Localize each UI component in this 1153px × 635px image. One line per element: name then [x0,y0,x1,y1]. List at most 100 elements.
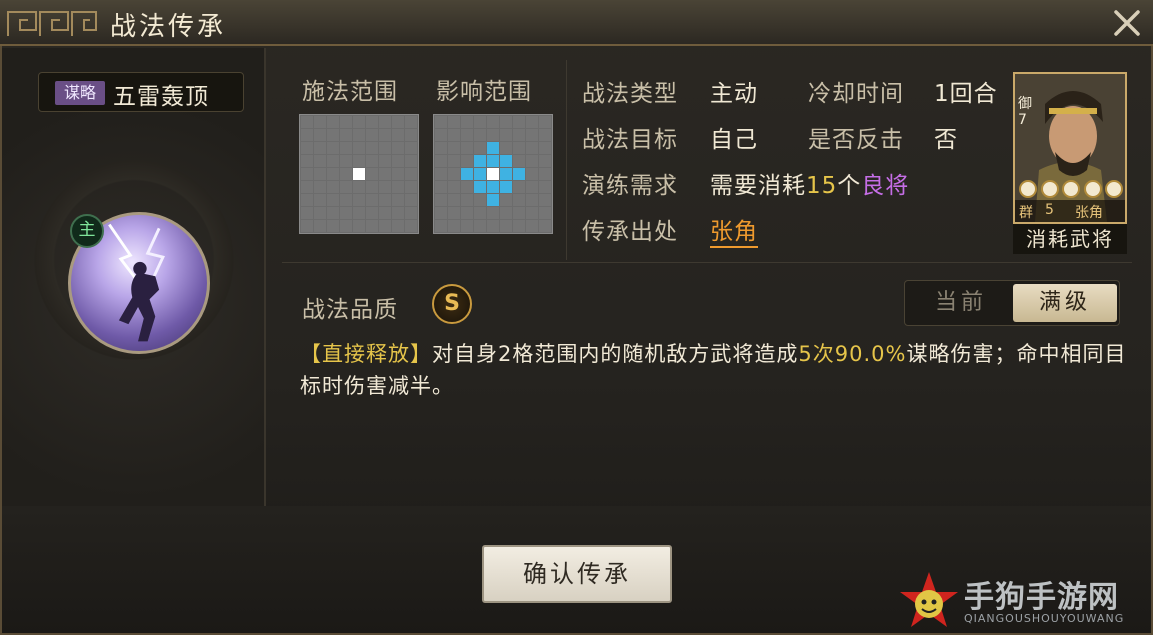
range-cell [366,194,378,206]
range-cell [353,168,365,180]
range-cell [539,220,551,232]
range-cell [487,155,499,167]
range-cell [314,220,326,232]
range-cell [513,194,525,206]
skill-name-plate: 谋略 五雷轰顶 [38,72,244,112]
range-cell [448,129,460,141]
range-cell [327,168,339,180]
range-cell [526,116,538,128]
range-cell [405,220,417,232]
quality-grade-badge: S [432,284,472,324]
range-cell [366,116,378,128]
range-cell [539,168,551,180]
window-title: 战法传承 [110,12,227,42]
range-cell [314,181,326,193]
range-cell [526,194,538,206]
range-cell [392,129,404,141]
drill-prefix: 需要消耗 [710,173,806,199]
toggle-max-level[interactable]: 满级 [1013,284,1117,322]
range-cell [513,207,525,219]
range-cell [435,142,447,154]
range-cell [435,194,447,206]
range-cell [461,207,473,219]
range-cell [435,155,447,167]
range-cell [500,220,512,232]
general-card-footer: 群 5 张角 [1015,200,1125,222]
range-cell [461,142,473,154]
range-cell [314,207,326,219]
range-cell [327,142,339,154]
range-cell [461,181,473,193]
range-cell [513,181,525,193]
range-cell [461,168,473,180]
range-cell [448,142,460,154]
range-cell [314,155,326,167]
range-cell [474,220,486,232]
range-cell [366,168,378,180]
range-cell [392,207,404,219]
range-cell [392,181,404,193]
range-cell [340,129,352,141]
range-cell [487,194,499,206]
drill-count: 15 [806,173,838,199]
range-cell [513,168,525,180]
range-cell [379,194,391,206]
skill-target-value: 自己 [710,127,758,153]
star-icon [1040,180,1059,198]
range-cell [461,116,473,128]
confirm-inherit-button[interactable]: 确认传承 [482,545,672,603]
range-cell [353,142,365,154]
range-cell [487,220,499,232]
range-cell [301,181,313,193]
range-cell [448,155,460,167]
range-cell [379,142,391,154]
range-cell [301,155,313,167]
close-icon[interactable] [1110,6,1144,40]
general-card[interactable]: 御7 群 5 张角 [1013,72,1127,224]
range-cell [448,194,460,206]
range-cell [500,194,512,206]
skill-name: 五雷轰顶 [113,84,209,110]
range-cell [366,181,378,193]
range-cell [327,194,339,206]
range-cell [539,155,551,167]
main-skill-badge: 主 [70,214,104,248]
star-icon [1105,180,1123,198]
range-cell [327,181,339,193]
toggle-current[interactable]: 当前 [909,284,1013,322]
range-cell [474,116,486,128]
range-cell [500,129,512,141]
range-cell [448,220,460,232]
range-cell [526,129,538,141]
drill-requirement-value: 需要消耗15个良将 [710,166,909,200]
star-icon [1083,180,1102,198]
range-cell [301,142,313,154]
range-cell [340,220,352,232]
range-cell [353,220,365,232]
range-cell [448,168,460,180]
range-cell [487,116,499,128]
range-cell [526,142,538,154]
range-cell [500,142,512,154]
skill-target-label: 战法目标 [582,127,678,153]
range-cell [474,155,486,167]
range-cell [366,220,378,232]
range-cell [366,207,378,219]
range-cell [405,194,417,206]
range-cell [500,168,512,180]
consume-general-caption: 消耗武将 [1013,224,1127,254]
range-cell [353,116,365,128]
source-general-link[interactable]: 张角 [710,212,758,248]
range-cell [392,194,404,206]
range-cell [487,168,499,180]
range-cell [340,168,352,180]
range-cell [539,181,551,193]
divider [566,60,567,260]
range-cell [366,155,378,167]
range-cell [340,194,352,206]
range-cell [340,181,352,193]
counter-value: 否 [934,127,958,153]
range-cell [487,142,499,154]
range-cell [392,168,404,180]
range-cell [405,129,417,141]
